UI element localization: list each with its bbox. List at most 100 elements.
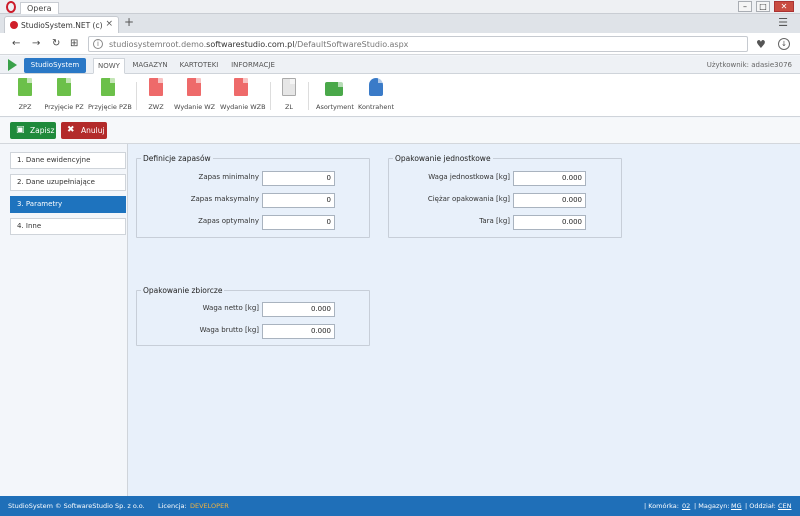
tara-input[interactable]: 0.000 xyxy=(513,215,586,230)
url-text: studiosystemroot.demo.softwarestudio.com… xyxy=(109,40,408,49)
boxes-icon xyxy=(325,82,343,96)
waga-brutto-input[interactable]: 0.000 xyxy=(262,324,335,339)
ribbon-asortyment-button[interactable]: Asortyment xyxy=(316,78,354,111)
form-row: Waga netto [kg] xyxy=(137,302,259,317)
cancel-button[interactable]: ✖ Anuluj xyxy=(61,122,107,139)
download-icon[interactable]: ↓ xyxy=(778,38,790,50)
cell-value[interactable]: 02 xyxy=(682,496,690,516)
floppy-icon: ▣ xyxy=(16,125,25,135)
zapas-optymalny-input[interactable]: 0 xyxy=(262,215,335,230)
window-titlebar: Opera – □ ✕ xyxy=(0,0,800,14)
ribbon-label: Kontrahent xyxy=(358,103,395,111)
tab-title: StudioSystem.NET (c) Soft xyxy=(21,21,105,30)
field-label: Waga jednostkowa [kg] xyxy=(428,173,510,181)
warehouse-value[interactable]: MG xyxy=(731,496,742,516)
ribbon-wydanie-wz-button[interactable]: Wydanie WZ xyxy=(174,78,216,111)
x-icon: ✖ xyxy=(67,125,75,135)
document-red-icon xyxy=(234,78,248,96)
ribbon-przyjecie-pzb-button[interactable]: Przyjęcie PZB xyxy=(88,78,132,111)
speed-dial-icon[interactable]: ⊞ xyxy=(70,38,78,49)
ribbon-zpz-button[interactable]: ZPZ xyxy=(12,78,38,111)
action-bar: ▣ Zapisz ✖ Anuluj xyxy=(0,118,800,144)
address-bar: ← → ↻ ⊞ i studiosystemroot.demo.software… xyxy=(0,33,800,55)
cancel-label: Anuluj xyxy=(81,126,105,135)
minimize-icon[interactable]: – xyxy=(738,1,752,12)
tab-informacje[interactable]: INFORMACJE xyxy=(228,58,278,74)
form-row: Ciężar opakowania [kg] xyxy=(389,193,510,208)
ribbon-zl-button[interactable]: ZL xyxy=(278,78,300,111)
tab-magazyn[interactable]: MAGAZYN xyxy=(130,58,170,74)
form-row: Waga brutto [kg] xyxy=(137,324,259,339)
fieldset-stock-title: Definicje zapasów xyxy=(141,154,213,163)
document-green-icon xyxy=(57,78,71,96)
zapas-maksymalny-input[interactable]: 0 xyxy=(262,193,335,208)
user-info: Użytkownik: adasie3076 xyxy=(706,61,792,69)
ribbon-label: ZL xyxy=(284,103,294,111)
maximize-icon[interactable]: □ xyxy=(756,1,770,12)
field-label: Zapas maksymalny xyxy=(190,195,259,203)
document-red-icon xyxy=(149,78,163,96)
fieldset-bulk-pack: Opakowanie zbiorcze Waga netto [kg] 0.00… xyxy=(136,286,370,346)
browser-tabbar: StudioSystem.NET (c) Soft × xyxy=(0,14,800,33)
save-label: Zapisz xyxy=(30,126,55,135)
nav-dane-uzupelniajace[interactable]: 2. Dane uzupełniające xyxy=(10,174,126,191)
ribbon-przyjecie-pz-button[interactable]: Przyjęcie PZ xyxy=(44,78,84,111)
site-info-icon[interactable]: i xyxy=(93,39,103,49)
ciezar-opakowania-input[interactable]: 0.000 xyxy=(513,193,586,208)
ribbon-separator xyxy=(136,82,137,110)
ribbon-label: Wydanie WZ xyxy=(174,103,216,111)
fieldset-unit-pack-title: Opakowanie jednostkowe xyxy=(393,154,493,163)
nav-inne[interactable]: 4. Inne xyxy=(10,218,126,235)
bookmark-heart-icon[interactable]: ♥ xyxy=(756,38,766,51)
url-input[interactable]: i studiosystemroot.demo.softwarestudio.c… xyxy=(88,36,748,52)
document-green-icon xyxy=(101,78,115,96)
ribbon-kontrahent-button[interactable]: Kontrahent xyxy=(358,78,394,111)
reload-icon[interactable]: ↻ xyxy=(52,38,60,49)
waga-jednostkowa-input[interactable]: 0.000 xyxy=(513,171,586,186)
tab-kartoteki[interactable]: KARTOTEKI xyxy=(176,58,222,74)
tab-close-icon[interactable]: × xyxy=(105,19,113,29)
left-nav: 1. Dane ewidencyjne 2. Dane uzupełniając… xyxy=(0,144,128,496)
tab-nowy[interactable]: NOWY xyxy=(93,58,125,74)
ribbon-label: Wydanie WZB xyxy=(220,103,266,111)
play-icon[interactable] xyxy=(8,59,17,71)
warehouse-label: | Magazyn: xyxy=(694,502,730,510)
url-domain: studiosystemroot.demo. xyxy=(109,40,207,49)
zapas-minimalny-input[interactable]: 0 xyxy=(262,171,335,186)
url-host: softwarestudio.com.pl xyxy=(206,40,295,49)
field-label: Zapas optymalny xyxy=(198,217,259,225)
app-header: StudioSystem NOWY MAGAZYN KARTOTEKI INFO… xyxy=(0,56,800,74)
ribbon-label: ZWZ xyxy=(148,103,164,111)
field-label: Tara [kg] xyxy=(479,217,510,225)
field-label: Waga brutto [kg] xyxy=(199,326,259,334)
status-footer: StudioSystem © SoftwareStudio Sp. z o.o.… xyxy=(0,496,800,516)
nav-parametry[interactable]: 3. Parametry xyxy=(10,196,126,213)
close-window-icon[interactable]: ✕ xyxy=(774,1,794,12)
copyright-text: StudioSystem © SoftwareStudio Sp. z o.o. xyxy=(8,502,145,510)
field-label: Zapas minimalny xyxy=(198,173,259,181)
form-row: Tara [kg] xyxy=(389,215,510,230)
fieldset-bulk-pack-title: Opakowanie zbiorcze xyxy=(141,286,225,295)
ribbon-wydanie-wzb-button[interactable]: Wydanie WZB xyxy=(220,78,266,111)
browser-tab[interactable]: StudioSystem.NET (c) Soft × xyxy=(4,16,119,33)
save-button[interactable]: ▣ Zapisz xyxy=(10,122,56,139)
form-row: Zapas maksymalny xyxy=(137,193,259,208)
ribbon-zwz-button[interactable]: ZWZ xyxy=(144,78,168,111)
forward-icon[interactable]: → xyxy=(32,38,40,49)
field-label: Waga netto [kg] xyxy=(202,304,259,312)
studiosystem-button[interactable]: StudioSystem xyxy=(24,58,86,73)
favicon-icon xyxy=(10,21,18,29)
fieldset-unit-pack: Opakowanie jednostkowe Waga jednostkowa … xyxy=(388,154,622,238)
person-add-icon xyxy=(369,78,383,96)
browser-menu-icon[interactable]: ☰ xyxy=(778,16,788,29)
document-green-icon xyxy=(18,78,32,96)
nav-dane-ewidencyjne[interactable]: 1. Dane ewidencyjne xyxy=(10,152,126,169)
branch-value[interactable]: CEN xyxy=(778,496,792,516)
form-row: Zapas optymalny xyxy=(137,215,259,230)
waga-netto-input[interactable]: 0.000 xyxy=(262,302,335,317)
ribbon-label: Przyjęcie PZ xyxy=(44,103,84,111)
license-value: DEVELOPER xyxy=(190,502,229,510)
back-icon[interactable]: ← xyxy=(12,38,20,49)
new-tab-button[interactable]: + xyxy=(124,15,134,29)
form-row: Waga jednostkowa [kg] xyxy=(389,171,510,186)
